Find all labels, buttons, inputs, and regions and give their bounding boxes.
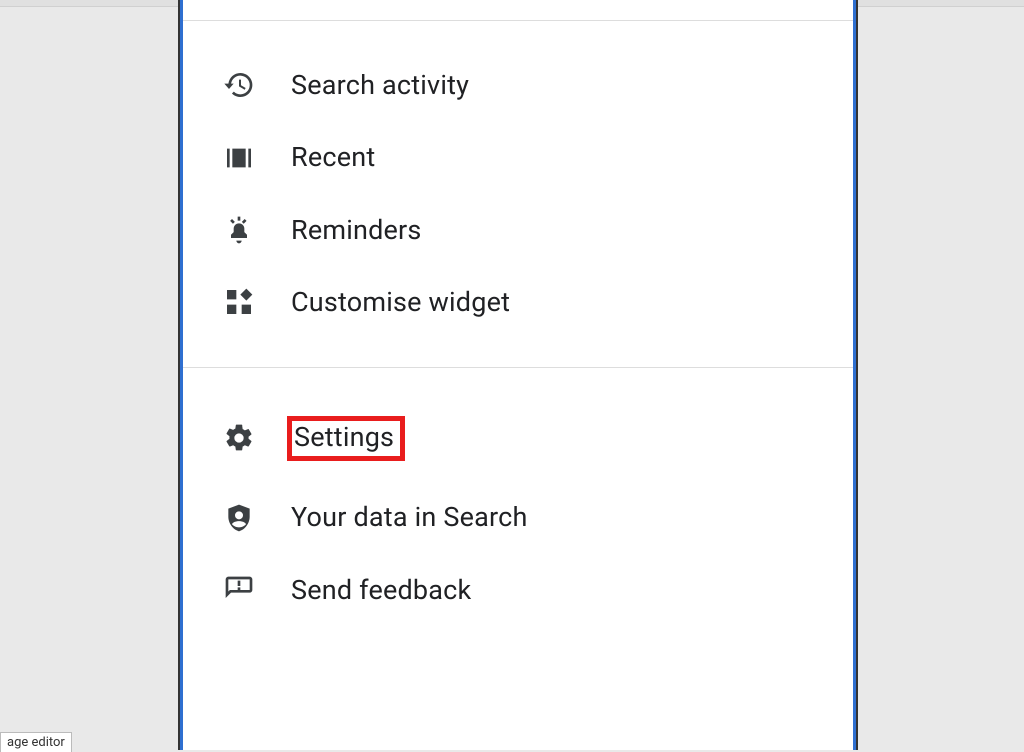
menu-item-search-activity[interactable]: Search activity: [183, 49, 853, 121]
menu-item-send-feedback[interactable]: Send feedback: [183, 554, 853, 626]
menu-item-label: Your data in Search: [291, 501, 835, 533]
page-backdrop: Search activity Recent Reminders: [0, 0, 1024, 750]
menu-section-2: Settings Your data in Search Send f: [183, 368, 853, 655]
menu-item-settings[interactable]: Settings: [183, 396, 853, 482]
menu-item-reminders[interactable]: Reminders: [183, 194, 853, 266]
menu-item-label: Settings: [291, 416, 835, 462]
menu-item-recent[interactable]: Recent: [183, 121, 853, 193]
menu-panel-border-outer: Search activity Recent Reminders: [178, 0, 858, 750]
feedback-icon: [223, 574, 291, 606]
menu-item-label: Search activity: [291, 69, 835, 101]
menu-item-your-data-in-search[interactable]: Your data in Search: [183, 481, 853, 553]
widgets-icon: [223, 286, 291, 318]
menu-item-label: Reminders: [291, 214, 835, 246]
menu-section-1: Search activity Recent Reminders: [183, 21, 853, 367]
menu-item-label: Send feedback: [291, 574, 835, 606]
gear-icon: [223, 422, 291, 454]
menu-panel: Search activity Recent Reminders: [180, 0, 856, 750]
footer-caption: age editor: [0, 732, 72, 752]
settings-highlight: Settings: [287, 416, 405, 462]
menu-item-label: Recent: [291, 141, 835, 173]
recent-icon: [223, 142, 291, 174]
menu-item-customise-widget[interactable]: Customise widget: [183, 266, 853, 338]
shield-icon: [223, 502, 291, 534]
reminders-icon: [223, 214, 291, 246]
menu-item-label: Customise widget: [291, 286, 835, 318]
menu-list: Search activity Recent Reminders: [183, 0, 853, 654]
history-icon: [223, 69, 291, 101]
